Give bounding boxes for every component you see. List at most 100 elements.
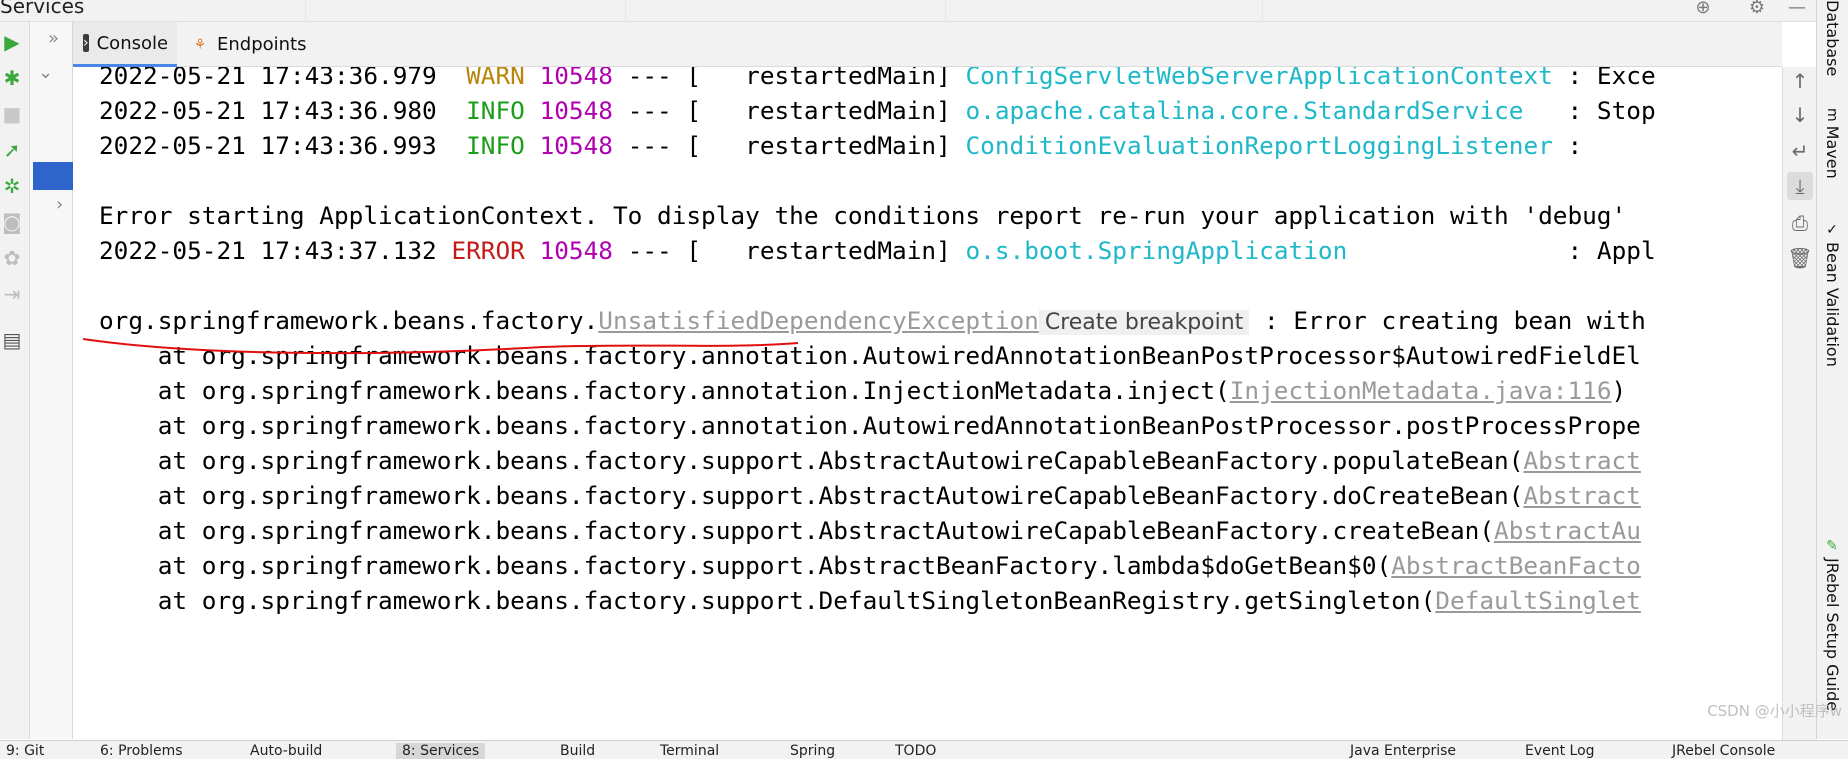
stack-frame-link[interactable]: AbstractAu [1494,516,1641,545]
side-tab-label: JRebel Setup Guide [1823,558,1842,712]
error-message: Error starting ApplicationContext. To di… [99,201,1641,230]
status-item-event-log[interactable]: Event Log [1525,743,1595,759]
title-separator [945,0,946,22]
service-tabs: › Console ⚘ Endpoints [73,22,1782,67]
jrebel-icon: ✎ [1824,538,1840,554]
status-item-services[interactable]: 8: Services [396,743,486,759]
stack-frame-text: at org.springframework.beans.factory.sup… [99,446,1524,475]
log-separator: --- [ [627,131,702,160]
status-item-git[interactable]: 9: Git [6,743,44,759]
status-item-todo[interactable]: TODO [895,743,936,759]
down-arrow-icon[interactable]: ↓ [1787,101,1813,129]
status-item-java-enterprise[interactable]: Java Enterprise [1350,743,1456,759]
soft-wrap-icon[interactable]: ↵ [1787,137,1813,165]
stack-frame-text: at org.springframework.beans.factory.sup… [99,586,1436,615]
tool-window-bar: 9: Git 6: Problems Auto-build 8: Service… [0,740,1848,759]
stack-frame-close: ) [1611,376,1627,405]
log-timestamp: 2022-05-21 17:43:36.980 [99,96,437,125]
endpoints-icon: ⚘ [193,36,207,53]
log-separator: --- [ [627,96,702,125]
chevron-right-icon[interactable]: › [56,194,63,215]
debug-icon[interactable]: ✱ [0,66,24,90]
title-separator [305,0,306,22]
side-tab-maven[interactable]: m Maven [1823,108,1842,179]
stack-frame-text: at org.springframework.beans.factory.sup… [99,516,1495,545]
side-tab-label: Database [1823,0,1842,77]
log-level: INFO [466,131,525,160]
log-thread: restartedMain] [715,67,951,90]
console-toolbar: ↑ ↓ ↵ ⤓ ⎙ 🗑 [1782,67,1816,740]
run-selected-icon[interactable]: ➚ [0,138,24,162]
watermark: CSDN @小小程序w [1707,702,1842,720]
log-timestamp: 2022-05-21 17:43:37.132 [99,236,437,265]
stop-icon[interactable]: ■ [0,102,24,126]
debug-selected-icon[interactable]: ✲ [0,174,24,198]
status-item-spring[interactable]: Spring [790,743,835,759]
log-line: 2022-05-21 17:43:36.979 WARN 10548 --- [… [99,67,1656,93]
tab-endpoints[interactable]: ⚘ Endpoints [181,22,317,67]
window-title: Services [0,0,85,18]
stack-frame: at org.springframework.beans.factory.sup… [99,583,1641,618]
tab-console-label: Console [96,32,169,54]
log-logger: ConfigServletWebServerApplicationContext [965,67,1553,90]
status-item-build[interactable]: Build [560,743,595,759]
stack-frame-link[interactable]: Abstract [1523,481,1640,510]
camera-icon[interactable]: ◙ [0,210,24,234]
log-line-error: 2022-05-21 17:43:37.132 ERROR 10548 --- … [99,233,1656,268]
stack-frame-link[interactable]: AbstractBeanFacto [1391,551,1641,580]
stack-frame: at org.springframework.beans.factory.sup… [99,513,1641,548]
expand-icon[interactable]: » [48,28,59,49]
maven-icon: m [1824,108,1840,122]
stack-frame-text: at org.springframework.beans.factory.sup… [99,481,1524,510]
globe-icon[interactable]: ⊕ [1692,0,1714,17]
scroll-to-end-icon[interactable]: ⤓ [1787,172,1813,200]
minimize-icon[interactable]: — [1786,0,1808,17]
stack-frame: at org.springframework.beans.factory.sup… [99,548,1641,583]
log-message: : Exce [1552,67,1656,90]
log-pid: 10548 [539,96,613,125]
settings-icon[interactable]: ✿ [0,246,24,270]
exception-message: : Error creating bean with [1249,306,1646,335]
log-thread: restartedMain] [715,236,951,265]
title-bar: Services ⊕ ⚙ — [0,0,1816,22]
stack-frame: at org.springframework.beans.factory.sup… [99,443,1641,478]
stack-frame: at org.springframework.beans.factory.sup… [99,478,1641,513]
up-arrow-icon[interactable]: ↑ [1787,67,1813,95]
services-tree[interactable]: » ⌄ › [30,22,73,739]
log-line: 2022-05-21 17:43:36.980 INFO 10548 --- [… [99,93,1656,128]
log-timestamp: 2022-05-21 17:43:36.993 [99,131,437,160]
log-logger: o.s.boot.SpringApplication [965,236,1348,265]
exception-class-link[interactable]: UnsatisfiedDependencyException [598,306,1039,335]
status-item-auto-build[interactable]: Auto-build [250,743,322,759]
log-thread: restartedMain] [715,131,951,160]
exception-package: org.springframework.beans.factory. [99,306,599,335]
side-tab-database[interactable]: Database [1823,0,1842,76]
gear-icon[interactable]: ⚙ [1746,0,1768,17]
log-message: : Stop [1523,96,1656,125]
log-timestamp: 2022-05-21 17:43:36.979 [99,67,437,90]
status-item-problems[interactable]: 6: Problems [100,743,183,759]
trash-icon[interactable]: 🗑 [1787,244,1813,272]
stack-frame-link[interactable]: InjectionMetadata.java:116 [1230,376,1612,405]
stack-frame-text: at org.springframework.beans.factory.ann… [99,341,1641,370]
console-output[interactable]: 2022-05-21 17:43:36.979 WARN 10548 --- [… [73,67,1782,740]
print-icon[interactable]: ⎙ [1787,209,1813,237]
layout-icon[interactable]: ▤ [0,328,24,352]
selected-service-row[interactable] [33,162,73,190]
tab-console[interactable]: › Console [73,22,177,67]
side-tab-bean-validation[interactable]: ✓ Bean Validation [1823,222,1842,367]
title-separator [1262,0,1263,22]
chevron-down-icon[interactable]: ⌄ [38,62,53,83]
status-item-terminal[interactable]: Terminal [660,743,719,759]
log-message: : Appl [1347,236,1656,265]
log-logger: ConditionEvaluationReportLoggingListener [965,131,1553,160]
stack-frame-link[interactable]: Abstract [1523,446,1640,475]
side-tab-label: Bean Validation [1823,242,1842,367]
attach-icon[interactable]: ⇥ [0,282,24,306]
create-breakpoint-button[interactable]: Create breakpoint [1038,310,1250,335]
log-separator: --- [ [627,67,702,90]
side-tab-jrebel-setup-guide[interactable]: ✎ JRebel Setup Guide [1823,538,1842,711]
run-icon[interactable]: ▶ [0,30,24,54]
status-item-jrebel-console[interactable]: JRebel Console [1672,743,1775,759]
stack-frame-link[interactable]: DefaultSinglet [1435,586,1641,615]
